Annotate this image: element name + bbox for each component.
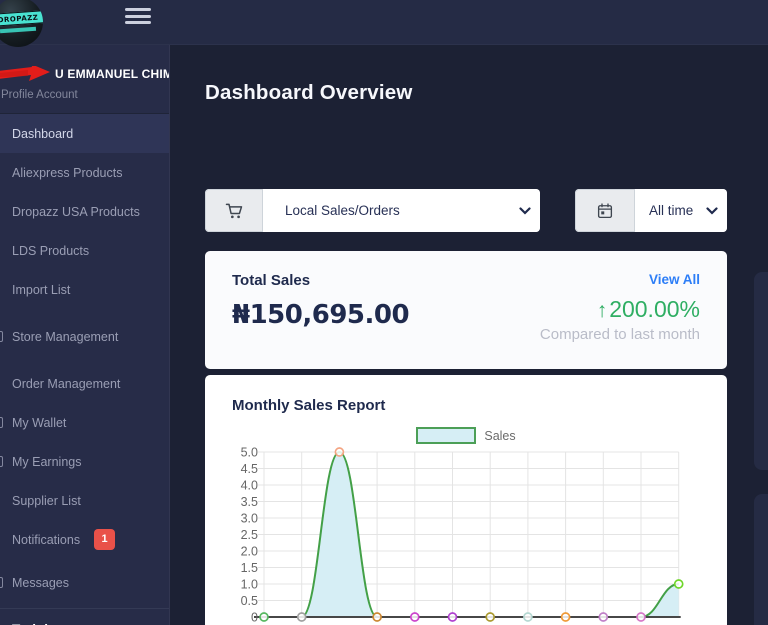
svg-text:2.0: 2.0 bbox=[241, 545, 258, 559]
logo-text: DROPAZZ bbox=[0, 9, 43, 28]
sidebar-item-supplier-list[interactable]: Supplier List bbox=[0, 481, 169, 520]
legend-label: Sales bbox=[484, 428, 516, 443]
sidebar-item-dashboard[interactable]: Dashboard bbox=[0, 114, 169, 153]
cut-off-icon bbox=[0, 417, 3, 428]
svg-text:0.5: 0.5 bbox=[241, 594, 258, 608]
view-all-link[interactable]: View All bbox=[540, 272, 700, 287]
cart-icon bbox=[205, 189, 263, 232]
chart-legend[interactable]: Sales bbox=[232, 427, 700, 444]
sidebar-item-my-wallet[interactable]: My Wallet bbox=[0, 403, 169, 442]
total-sales-card: Total Sales ₦150,695.00 View All ↑200.00… bbox=[205, 251, 727, 369]
chart-title: Monthly Sales Report bbox=[232, 397, 386, 414]
dropazz-logo[interactable]: DROPAZZ bbox=[0, 0, 43, 47]
sidebar-item-messages[interactable]: Messages bbox=[0, 563, 169, 602]
sidebar-item-notifications[interactable]: Notifications 1 bbox=[0, 520, 169, 559]
svg-text:0: 0 bbox=[251, 611, 258, 624]
scrollbar-thumb[interactable] bbox=[754, 272, 768, 470]
sidebar-item-import-list[interactable]: Import List bbox=[0, 270, 169, 309]
profile-name: U EMMANUEL CHIM bbox=[0, 66, 169, 82]
redaction-scribble-icon bbox=[0, 66, 50, 81]
filter-row: Local Sales/Orders All time bbox=[205, 189, 727, 232]
svg-text:3.0: 3.0 bbox=[241, 512, 258, 526]
cut-off-icon bbox=[0, 577, 3, 588]
notification-badge: 1 bbox=[94, 529, 116, 550]
sidebar-nav: Dashboard Aliexpress Products Dropazz US… bbox=[0, 114, 169, 625]
calendar-icon bbox=[575, 189, 635, 232]
sidebar-item-training[interactable]: Training bbox=[0, 608, 169, 625]
sidebar-item-my-earnings[interactable]: My Earnings bbox=[0, 442, 169, 481]
svg-text:2.5: 2.5 bbox=[241, 528, 258, 542]
up-arrow-icon: ↑ bbox=[596, 299, 608, 322]
svg-text:1.0: 1.0 bbox=[241, 578, 258, 592]
sales-chart-area: 5.0 4.5 4.0 3.5 3.0 2.5 2.0 1.5 1.0 0.5 0 bbox=[232, 445, 700, 625]
svg-text:1.5: 1.5 bbox=[241, 561, 258, 575]
sidebar-item-store-management[interactable]: Store Management bbox=[0, 317, 169, 356]
svg-text:4.5: 4.5 bbox=[241, 462, 258, 476]
svg-text:4.0: 4.0 bbox=[241, 479, 258, 493]
cut-off-icon bbox=[0, 331, 3, 342]
hamburger-menu-icon[interactable] bbox=[125, 8, 151, 28]
sidebar-item-aliexpress-products[interactable]: Aliexpress Products bbox=[0, 153, 169, 192]
time-range-select[interactable]: All time bbox=[635, 189, 727, 232]
profile-section[interactable]: U EMMANUEL CHIM Profile Account bbox=[0, 45, 169, 114]
comparison-label: Compared to last month bbox=[539, 326, 700, 343]
profile-subtitle: Profile Account bbox=[1, 89, 78, 101]
sidebar-item-order-management[interactable]: Order Management bbox=[0, 364, 169, 403]
total-sales-title: Total Sales bbox=[232, 272, 311, 289]
cut-off-icon bbox=[0, 456, 3, 467]
sales-change: ↑200.00% bbox=[596, 296, 700, 322]
total-sales-amount: ₦150,695.00 bbox=[232, 300, 410, 330]
chevron-down-icon bbox=[519, 206, 531, 215]
chevron-down-icon bbox=[706, 206, 718, 215]
logo-ribbon bbox=[0, 26, 37, 34]
sidebar-item-lds-products[interactable]: LDS Products bbox=[0, 231, 169, 270]
topbar: DROPAZZ bbox=[0, 0, 768, 47]
page-title: Dashboard Overview bbox=[205, 81, 413, 104]
main-content: Dashboard Overview Local Sales/Orders Al… bbox=[170, 45, 768, 625]
monthly-sales-card: Monthly Sales Report Sales 5.0 4.5 4.0 3.5 3… bbox=[205, 375, 727, 625]
scrollbar-thumb[interactable] bbox=[754, 494, 768, 625]
sales-filter-group: Local Sales/Orders bbox=[205, 189, 540, 232]
sales-type-select[interactable]: Local Sales/Orders bbox=[263, 189, 540, 232]
sales-chart: 5.0 4.5 4.0 3.5 3.0 2.5 2.0 1.5 1.0 0.5 0 bbox=[241, 446, 684, 625]
time-filter-group: All time bbox=[575, 189, 727, 232]
svg-text:5.0: 5.0 bbox=[241, 446, 258, 460]
sidebar-item-dropazz-usa-products[interactable]: Dropazz USA Products bbox=[0, 192, 169, 231]
legend-swatch bbox=[416, 427, 477, 444]
sidebar: U EMMANUEL CHIM Profile Account Dashboar… bbox=[0, 45, 170, 625]
svg-text:3.5: 3.5 bbox=[241, 495, 258, 509]
